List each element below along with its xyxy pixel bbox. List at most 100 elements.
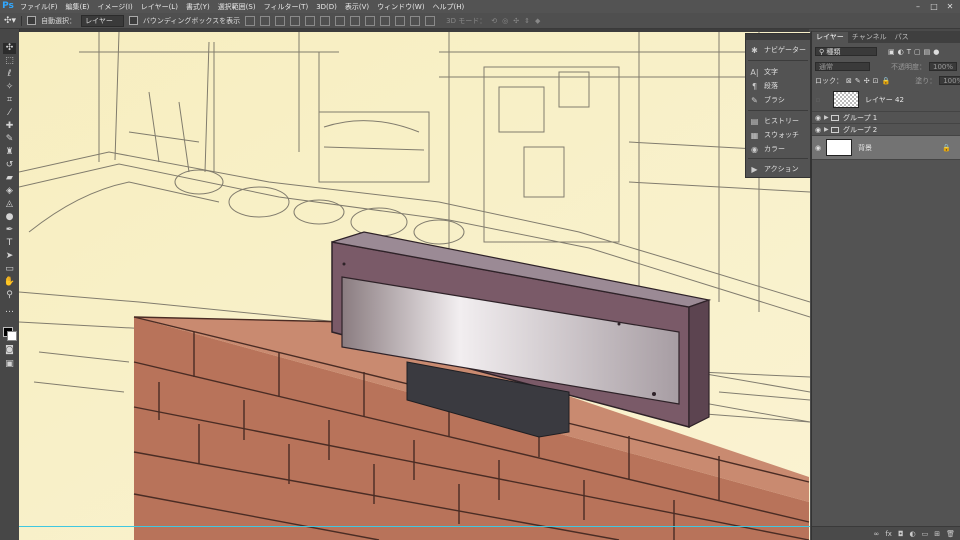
lock-all-icon[interactable]: 🔒 — [882, 77, 891, 85]
tab-paths[interactable]: パス — [891, 32, 913, 43]
filter-shape-icon[interactable]: ▢ — [914, 48, 921, 56]
3d-scale-icon[interactable]: ◆ — [535, 17, 540, 25]
zoom-tool-icon[interactable]: ⚲ — [3, 290, 16, 301]
layer-group-row[interactable]: ◉ ▶ グループ 2 — [812, 124, 960, 136]
layer-group-row[interactable]: ◉ ▶ グループ 1 — [812, 112, 960, 124]
quick-mask-icon[interactable]: ◙ — [3, 345, 16, 356]
distribute-vcenter-icon[interactable] — [350, 15, 361, 26]
eyedropper-icon[interactable]: ⁄ — [3, 108, 16, 119]
layer-style-icon[interactable]: fx — [885, 530, 892, 538]
filter-toggle-icon[interactable]: ● — [933, 48, 939, 56]
menu-image[interactable]: イメージ(I) — [93, 2, 136, 12]
distribute-top-icon[interactable] — [335, 15, 346, 26]
distribute-left-icon[interactable] — [380, 15, 391, 26]
magic-wand-icon[interactable]: ✧ — [3, 82, 16, 93]
filter-adjustment-icon[interactable]: ◐ — [898, 48, 904, 56]
history-brush-icon[interactable]: ↺ — [3, 160, 16, 171]
lock-transparent-icon[interactable]: ⊠ — [846, 77, 852, 85]
add-mask-icon[interactable]: ◘ — [898, 530, 904, 538]
align-hcenter-icon[interactable] — [305, 15, 316, 26]
expand-arrow-icon[interactable]: ▶ — [824, 126, 831, 133]
document-canvas[interactable] — [19, 32, 810, 540]
move-tool-icon[interactable]: ✣ — [3, 43, 16, 54]
link-layers-icon[interactable]: ∞ — [874, 530, 880, 538]
align-left-icon[interactable] — [290, 15, 301, 26]
menu-filter[interactable]: フィルター(T) — [260, 2, 313, 12]
3d-roll-icon[interactable]: ◎ — [502, 17, 508, 25]
marquee-tool-icon[interactable]: ⬚ — [3, 56, 16, 67]
panel-dock-header[interactable] — [746, 34, 810, 40]
align-right-icon[interactable] — [320, 15, 331, 26]
panel-color[interactable]: ◉ カラー — [750, 143, 785, 155]
maximize-icon[interactable]: □ — [926, 0, 942, 13]
type-tool-icon[interactable]: T — [3, 238, 16, 249]
blur-tool-icon[interactable]: ◬ — [3, 199, 16, 210]
show-bbox-checkbox[interactable] — [128, 16, 138, 25]
eraser-tool-icon[interactable]: ▰ — [3, 173, 16, 184]
panel-paragraph[interactable]: ¶ 段落 — [750, 80, 778, 92]
paint-bucket-icon[interactable]: ◈ — [3, 186, 16, 197]
filter-pixel-icon[interactable]: ▣ — [888, 48, 895, 56]
align-top-icon[interactable] — [245, 15, 256, 26]
menu-select[interactable]: 選択範囲(S) — [214, 2, 260, 12]
hand-tool-icon[interactable]: ✋ — [3, 277, 16, 288]
menu-window[interactable]: ウィンドウ(W) — [373, 2, 428, 12]
menu-view[interactable]: 表示(V) — [341, 2, 373, 12]
filter-type-icon[interactable]: T — [907, 48, 911, 56]
layer-row[interactable]: ▫ レイヤー 42 — [812, 88, 960, 112]
minimize-icon[interactable]: – — [910, 0, 926, 13]
3d-pan-icon[interactable]: ✣ — [513, 17, 519, 25]
menu-layer[interactable]: レイヤー(L) — [137, 2, 182, 12]
path-select-icon[interactable]: ➤ — [3, 251, 16, 262]
menu-help[interactable]: ヘルプ(H) — [429, 2, 469, 12]
align-vcenter-icon[interactable] — [260, 15, 271, 26]
close-icon[interactable]: ✕ — [942, 0, 958, 13]
distribute-bottom-icon[interactable] — [365, 15, 376, 26]
panel-swatches[interactable]: ▦ スウォッチ — [750, 129, 799, 141]
adjustment-layer-icon[interactable]: ◐ — [910, 530, 916, 538]
eye-icon[interactable]: ◉ — [812, 126, 824, 134]
menu-edit[interactable]: 編集(E) — [62, 2, 94, 12]
blend-mode-dropdown[interactable]: 通常 — [815, 62, 870, 71]
move-tool-icon[interactable]: ✣▾ — [4, 16, 16, 26]
tab-channels[interactable]: チャンネル — [848, 32, 891, 43]
align-bottom-icon[interactable] — [275, 15, 286, 26]
new-group-icon[interactable]: ▭ — [922, 530, 929, 538]
panel-history[interactable]: ▤ ヒストリー — [750, 115, 799, 127]
tab-layers[interactable]: レイヤー — [812, 32, 848, 43]
3d-slide-icon[interactable]: ⇕ — [524, 17, 530, 25]
brush-tool-icon[interactable]: ✎ — [3, 134, 16, 145]
eye-icon[interactable]: ◉ — [812, 144, 824, 152]
layer-row-background[interactable]: ◉ 背景 🔒 — [812, 136, 960, 160]
filter-smart-icon[interactable]: ▤ — [924, 48, 931, 56]
opacity-input[interactable]: 100% — [929, 62, 958, 71]
menu-type[interactable]: 書式(Y) — [182, 2, 214, 12]
lock-artboard-icon[interactable]: ⊡ — [873, 77, 879, 85]
lock-position-icon[interactable]: ✣ — [864, 77, 870, 85]
3d-rotate-icon[interactable]: ⟲ — [491, 17, 497, 25]
panel-character[interactable]: A| 文字 — [750, 66, 778, 78]
lasso-tool-icon[interactable]: ℓ — [3, 69, 16, 80]
screen-mode-icon[interactable]: ▣ — [3, 359, 16, 370]
clone-stamp-icon[interactable]: ♜ — [3, 147, 16, 158]
auto-align-icon[interactable] — [425, 15, 436, 26]
expand-arrow-icon[interactable]: ▶ — [824, 114, 831, 121]
healing-brush-icon[interactable]: ✚ — [3, 121, 16, 132]
panel-navigator[interactable]: ✱ ナビゲーター — [750, 44, 806, 56]
auto-select-target-dropdown[interactable]: レイヤー — [81, 14, 124, 27]
panel-actions[interactable]: ▶ アクション — [750, 163, 798, 175]
lock-image-icon[interactable]: ✎ — [855, 77, 861, 85]
background-color-swatch[interactable] — [7, 331, 17, 341]
auto-select-checkbox[interactable] — [27, 16, 37, 25]
distribute-right-icon[interactable] — [410, 15, 421, 26]
panel-brush[interactable]: ✎ ブラシ — [750, 94, 785, 106]
trash-icon[interactable]: 🗑 — [946, 530, 955, 538]
shape-tool-icon[interactable]: ▭ — [3, 264, 16, 275]
visibility-toggle-icon[interactable]: ▫ — [812, 96, 824, 104]
dodge-tool-icon[interactable]: ● — [3, 212, 16, 223]
crop-tool-icon[interactable]: ⌗ — [3, 95, 16, 106]
eye-icon[interactable]: ◉ — [812, 114, 824, 122]
fill-input[interactable]: 100% — [939, 76, 960, 85]
menu-file[interactable]: ファイル(F) — [16, 2, 62, 12]
new-layer-icon[interactable]: ⊞ — [934, 530, 940, 538]
